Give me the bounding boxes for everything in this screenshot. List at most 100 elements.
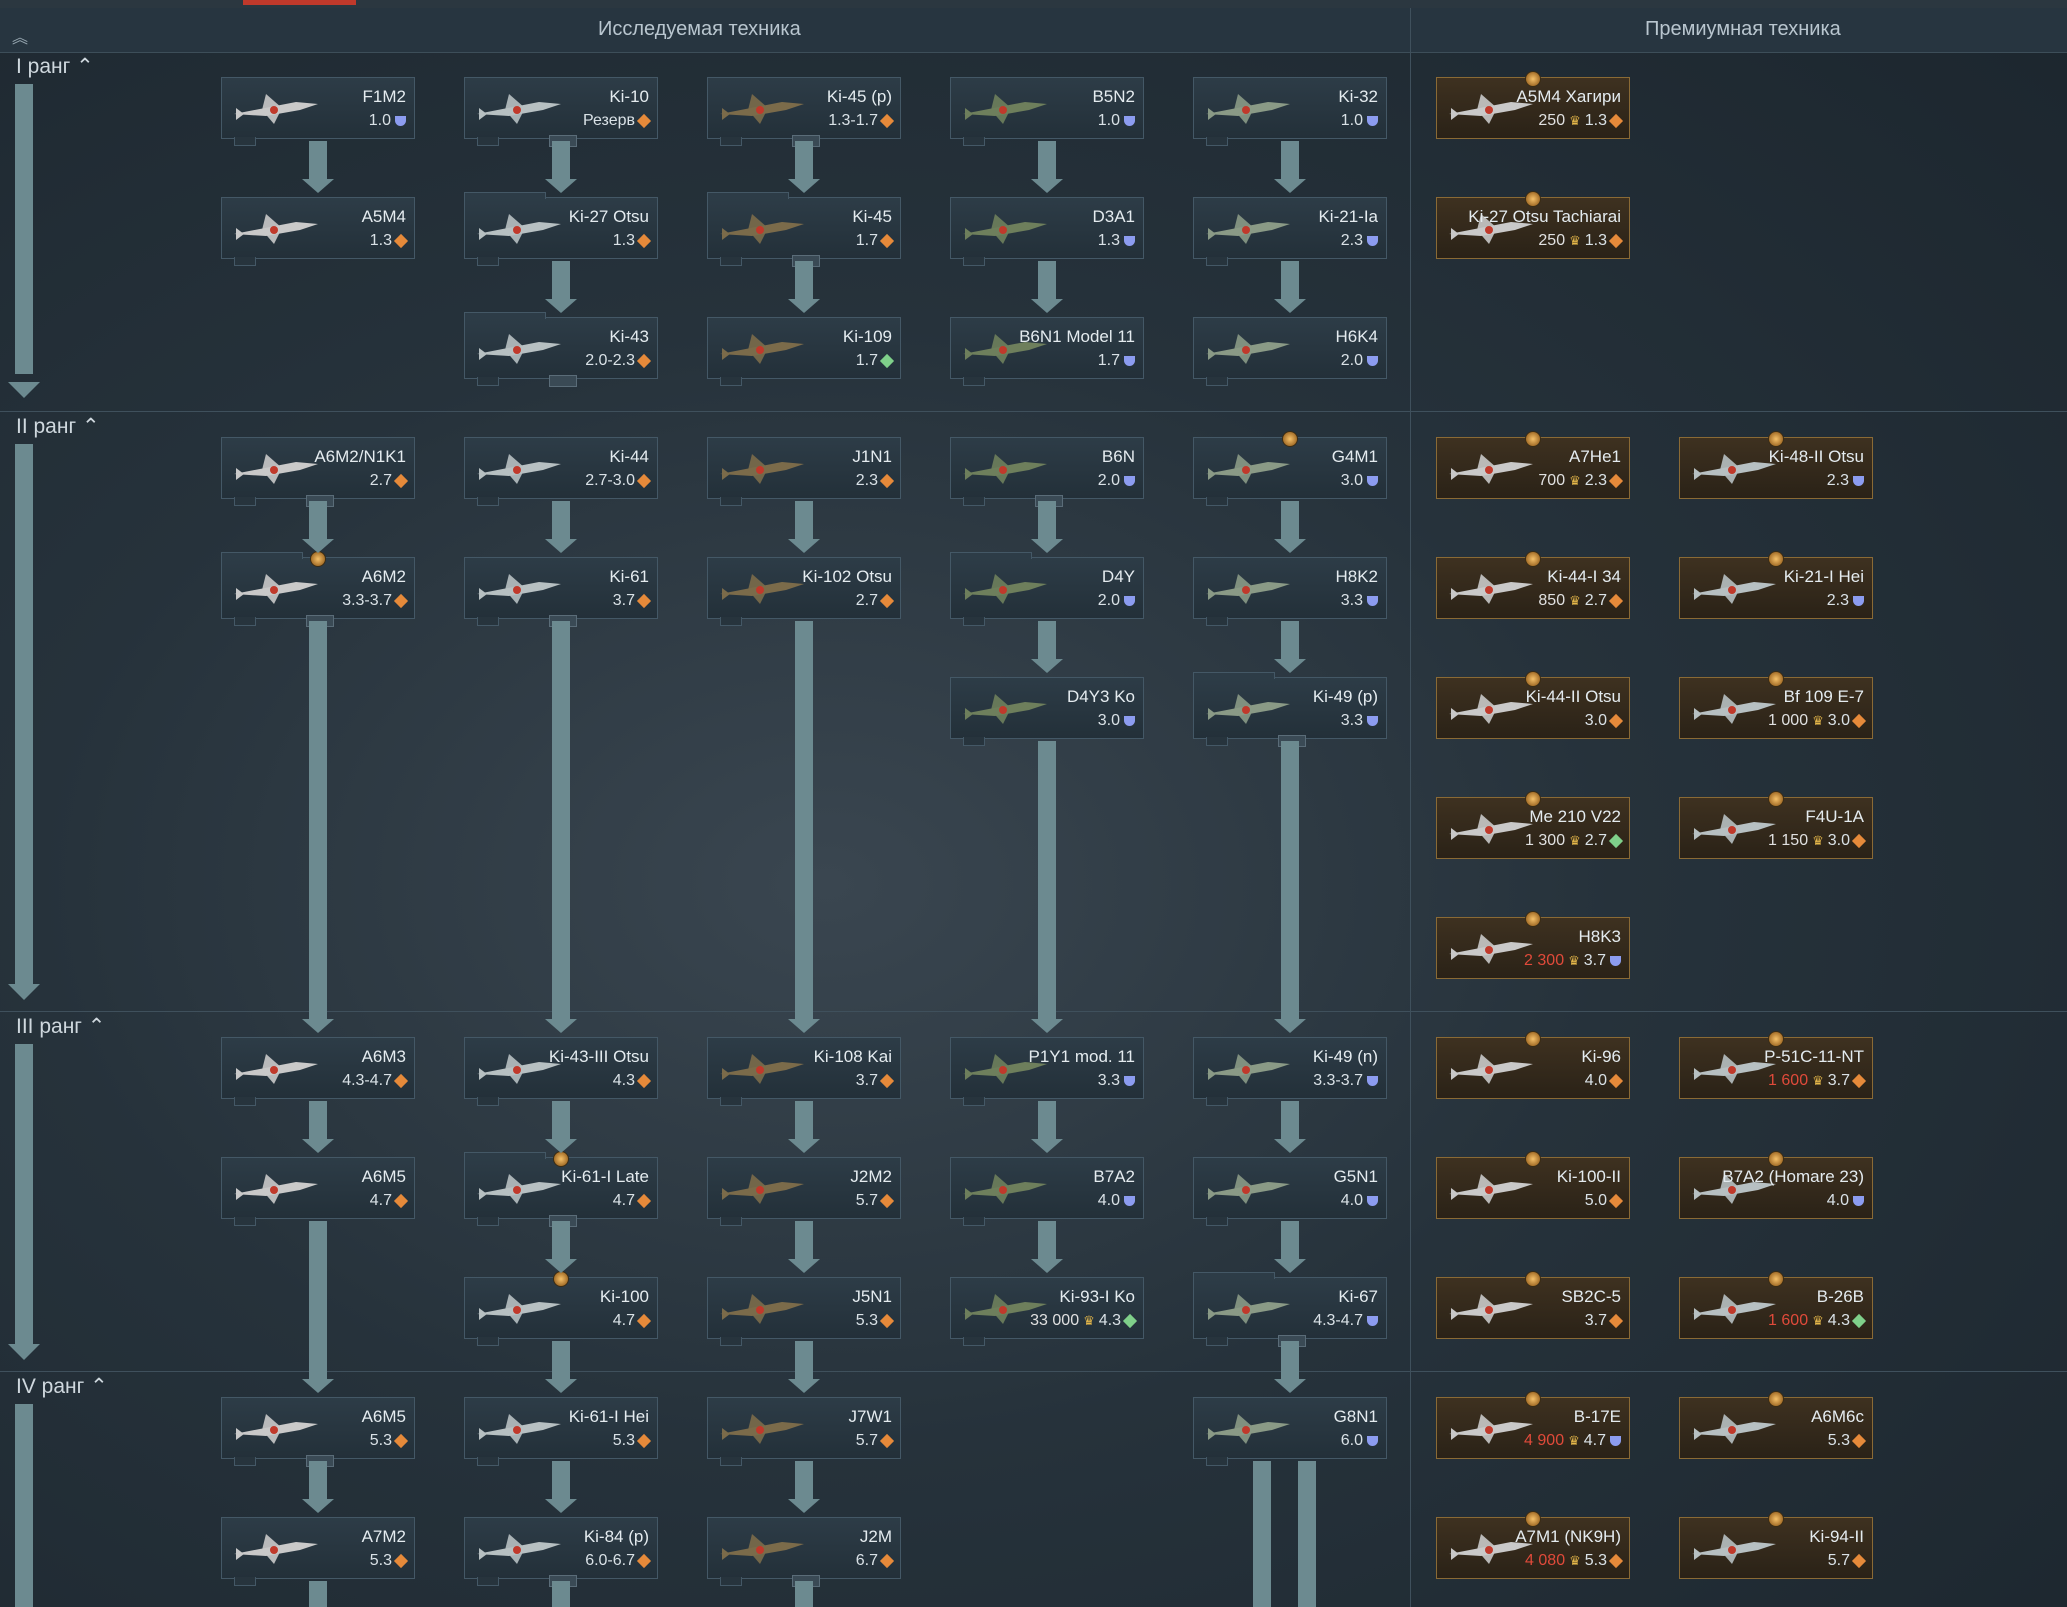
premium-badge-icon [1525,1031,1541,1047]
group-menu-icon[interactable] [549,375,577,387]
vehicle-card[interactable]: Ki-45 1.7 [707,192,901,267]
vehicle-name: A7M1 (NK9H) [1515,1527,1621,1546]
vehicle-card[interactable]: Ki-32 1.0 [1193,77,1387,146]
vehicle-card[interactable]: Ki-100 4.7 [464,1271,658,1346]
vehicle-card[interactable]: J2M 6.7 [707,1517,901,1587]
vehicle-card[interactable]: D4Y3 Ko 3.0 [950,677,1144,746]
vehicle-card[interactable]: B-26B 1 600 ♛ 4.3 [1679,1271,1873,1339]
vehicle-card[interactable]: Ki-49 (n) 3.3-3.7 [1193,1037,1387,1106]
plane-icon [1692,574,1776,604]
vehicle-card[interactable]: Ki-27 Otsu Tachiarai 250 ♛ 1.3 [1436,191,1630,259]
plane-icon [720,1534,804,1564]
vehicle-card[interactable]: F4U-1A 1 150 ♛ 3.0 [1679,791,1873,859]
battle-rating: 700 ♛ 2.3 [1538,472,1624,490]
vehicle-card[interactable]: A5M4 Хагири 250 ♛ 1.3 [1436,71,1630,139]
vehicle-card[interactable]: Ki-84 (p) 6.0-6.7 [464,1517,658,1587]
vehicle-card[interactable]: D4Y 2.0 [950,552,1144,626]
card-tab [477,1337,499,1346]
vehicle-card[interactable]: J1N1 2.3 [707,437,901,506]
vehicle-card[interactable]: H8K3 2 300 ♛ 3.7 [1436,911,1630,979]
vehicle-card[interactable]: A6M2 3.3-3.7 [221,551,415,627]
vehicle-card[interactable]: Ki-44-I 34 850 ♛ 2.7 [1436,551,1630,619]
vehicle-card[interactable]: Ki-109 1.7 [707,317,901,386]
battle-rating: 3.7 [1585,1312,1624,1330]
plane-icon [1206,214,1290,244]
vehicle-card[interactable]: Ki-44-II Otsu 3.0 [1436,671,1630,739]
vehicle-card[interactable]: A7He1 700 ♛ 2.3 [1436,431,1630,499]
connector-arrow [1274,1379,1306,1393]
vehicle-card[interactable]: Ki-61 3.7 [464,557,658,627]
vehicle-card[interactable]: Ki-21-I Hei 2.3 [1679,551,1873,619]
vehicle-card[interactable]: Ki-43 2.0-2.3 [464,312,658,387]
vehicle-card[interactable]: F1M2 1.0 [221,77,415,146]
vehicle-card[interactable]: Ki-48-II Otsu 2.3 [1679,431,1873,499]
vehicle-card[interactable]: Bf 109 E-7 1 000 ♛ 3.0 [1679,671,1873,739]
vehicle-card[interactable]: P1Y1 mod. 11 3.3 [950,1037,1144,1106]
vehicle-card[interactable]: A6M6c 5.3 [1679,1391,1873,1459]
vehicle-card[interactable]: Ki-27 Otsu 1.3 [464,192,658,266]
vehicle-card[interactable]: J2M2 5.7 [707,1157,901,1226]
rank-mark-icon [1608,233,1624,248]
rank-mark-icon [1851,713,1867,728]
vehicle-card[interactable]: Ki-67 4.3-4.7 [1193,1272,1387,1347]
vehicle-card[interactable]: Ki-94-II 5.7 [1679,1511,1873,1579]
vehicle-card[interactable]: H8K2 3.3 [1193,557,1387,626]
chevron-up-icon: ⌃ [81,415,100,438]
vehicle-card[interactable]: A5M4 1.3 [221,197,415,266]
tree-connector [309,141,327,179]
vehicle-card[interactable]: Ki-21-Ia 2.3 [1193,197,1387,266]
vehicle-card[interactable]: Ki-43-III Otsu 4.3 [464,1037,658,1106]
card-tab [963,257,985,266]
vehicle-card[interactable]: B7A2 (Homare 23) 4.0 [1679,1151,1873,1219]
vehicle-card[interactable]: B-17E 4 900 ♛ 4.7 [1436,1391,1630,1459]
battle-rating: 2.3 [1827,472,1864,490]
vehicle-card[interactable]: A6M5 5.3 [221,1397,415,1467]
vehicle-card[interactable]: J5N1 5.3 [707,1277,901,1346]
rank-mark-icon [1851,833,1867,848]
premium-badge-icon [1768,1271,1784,1287]
battle-rating: 2.0 [1341,352,1378,370]
vehicle-card[interactable]: G4M1 3.0 [1193,431,1387,506]
battle-rating: 5.3 [370,1552,409,1570]
vehicle-card[interactable]: J7W1 5.7 [707,1397,901,1466]
vehicle-card[interactable]: SB2C-5 3.7 [1436,1271,1630,1339]
vehicle-name: H8K2 [1335,567,1378,586]
vehicle-card[interactable]: Ki-49 (p) 3.3 [1193,672,1387,747]
rank-4-label[interactable]: IV ранг ⌃ [16,1374,108,1399]
vehicle-card[interactable]: B5N2 1.0 [950,77,1144,146]
vehicle-card[interactable]: Ki-108 Kai 3.7 [707,1037,901,1106]
vehicle-card[interactable]: P-51C-11-NT 1 600 ♛ 3.7 [1679,1031,1873,1099]
vehicle-card[interactable]: B6N 2.0 [950,437,1144,507]
vehicle-card[interactable]: Ki-102 Otsu 2.7 [707,557,901,626]
vehicle-card[interactable]: G8N1 6.0 [1193,1397,1387,1466]
rank-3-label[interactable]: III ранг ⌃ [16,1014,105,1039]
premium-badge-icon [1768,1031,1784,1047]
vehicle-card[interactable]: Me 210 V22 1 300 ♛ 2.7 [1436,791,1630,859]
br-value: 3.3 [1340,592,1363,609]
vehicle-card[interactable]: D3A1 1.3 [950,197,1144,266]
vehicle-card[interactable]: A7M1 (NK9H) 4 080 ♛ 5.3 [1436,1511,1630,1579]
card-tab [963,1337,985,1346]
vehicle-card[interactable]: G5N1 4.0 [1193,1157,1387,1226]
battle-rating: 5.7 [856,1192,895,1210]
vehicle-card[interactable]: Ki-44 2.7-3.0 [464,437,658,506]
collapse-up-icon[interactable]: ︽ [12,24,32,47]
vehicle-card[interactable]: A6M2/N1K1 2.7 [221,437,415,507]
vehicle-card[interactable]: A6M5 4.7 [221,1157,415,1226]
plane-icon [234,454,318,484]
vehicle-card[interactable]: A7M2 5.3 [221,1517,415,1586]
vehicle-card[interactable]: Ki-61-I Hei 5.3 [464,1397,658,1466]
plane-icon [477,214,561,244]
vehicle-card[interactable]: Ki-45 (p) 1.3-1.7 [707,77,901,147]
vehicle-card[interactable]: B6N1 Model 11 1.7 [950,317,1144,386]
vehicle-card[interactable]: H6K4 2.0 [1193,317,1387,386]
vehicle-card[interactable]: Ki-10 Резерв [464,77,658,147]
rank-1-label[interactable]: I ранг ⌃ [16,54,94,79]
vehicle-card[interactable]: Ki-100-II 5.0 [1436,1151,1630,1219]
vehicle-card[interactable]: Ki-61-I Late 4.7 [464,1151,658,1227]
vehicle-card[interactable]: A6M3 4.3-4.7 [221,1037,415,1106]
vehicle-card[interactable]: Ki-96 4.0 [1436,1031,1630,1099]
vehicle-card[interactable]: Ki-93-I Ko 33 000 ♛ 4.3 [950,1277,1144,1346]
vehicle-card[interactable]: B7A2 4.0 [950,1157,1144,1226]
rank-2-label[interactable]: II ранг ⌃ [16,414,100,439]
